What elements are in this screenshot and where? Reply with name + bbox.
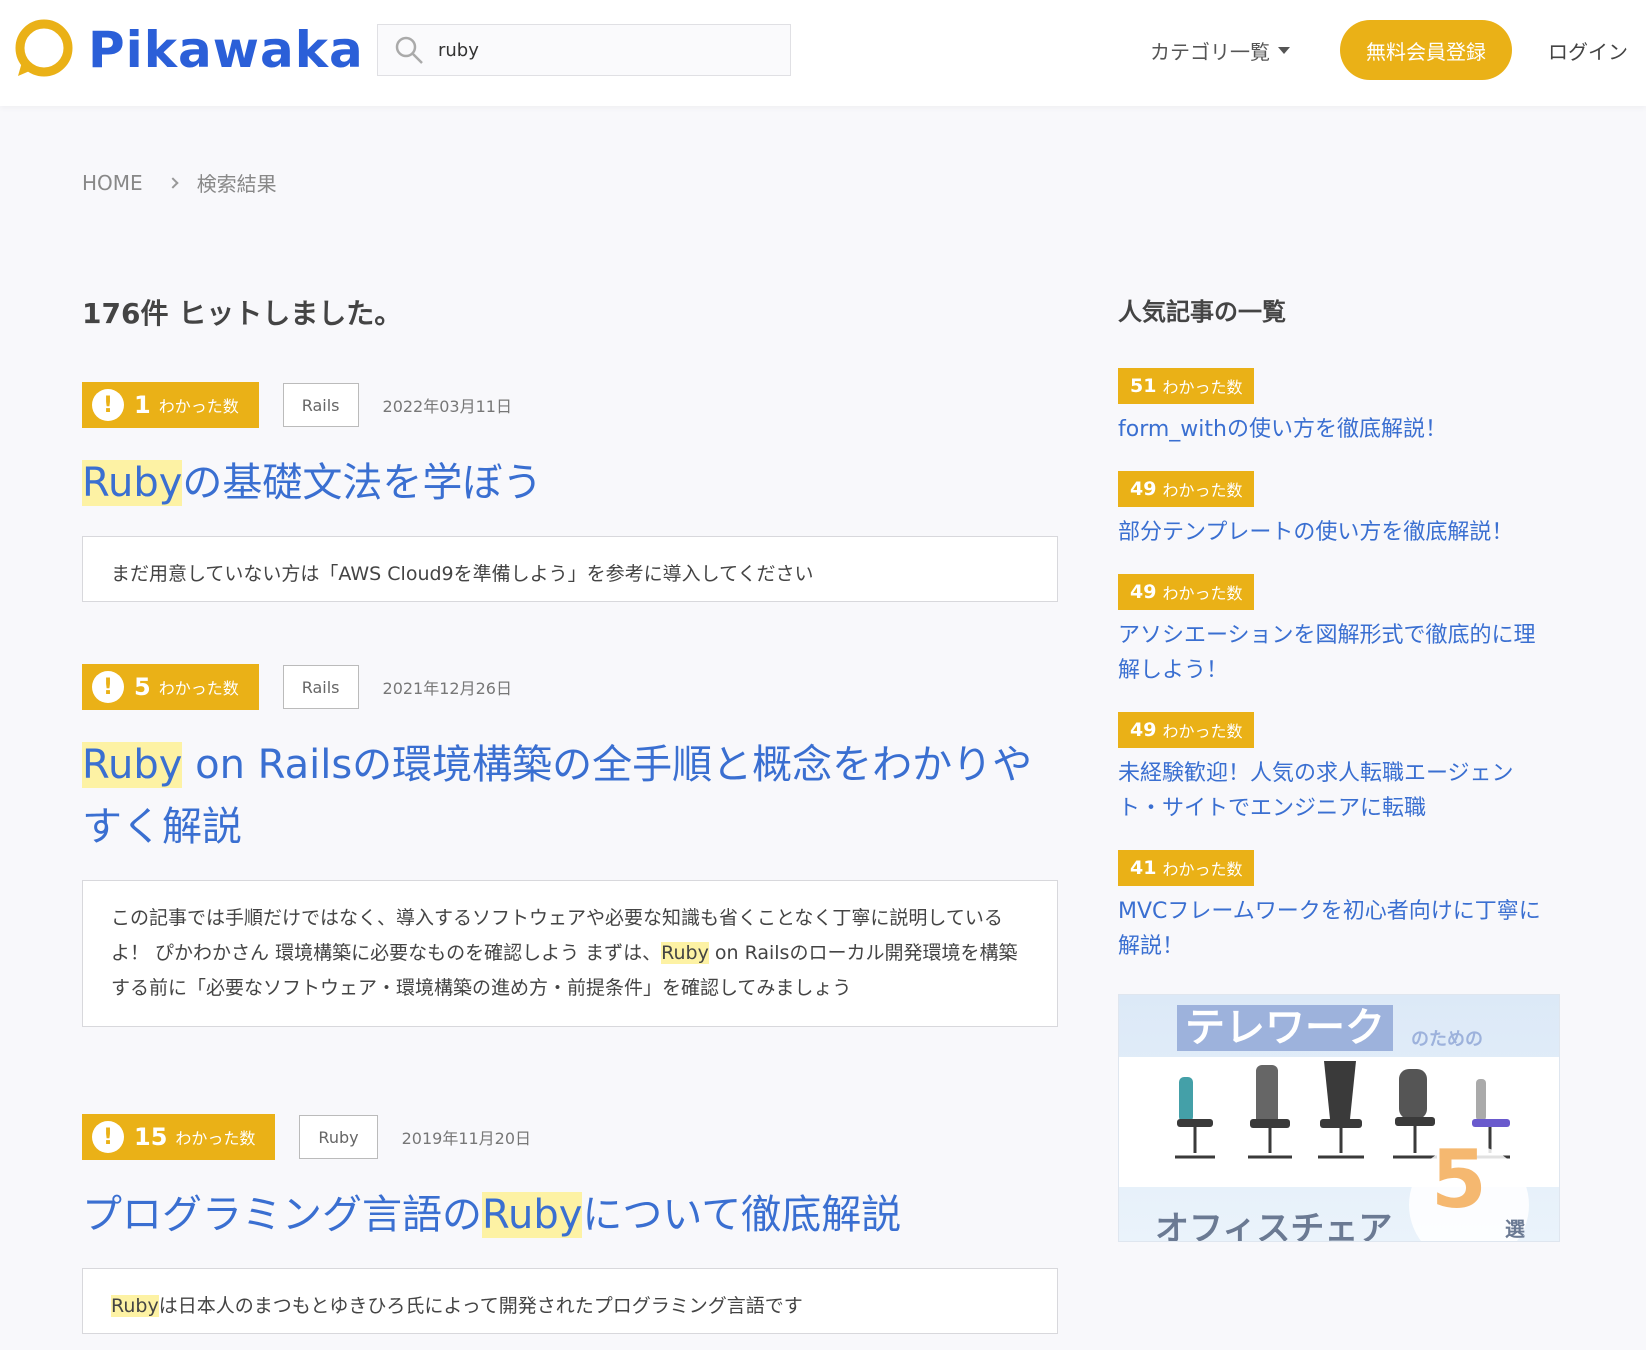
understood-label: わかった数	[158, 679, 239, 698]
understood-count: 49	[1130, 478, 1157, 500]
breadcrumb-home[interactable]: HOME	[82, 171, 143, 195]
understood-badge: 49 わかった数	[1118, 712, 1255, 748]
search-box[interactable]	[377, 24, 791, 76]
caret-down-icon	[1278, 47, 1290, 54]
category-tag[interactable]: Rails	[282, 665, 359, 709]
popular-article-link[interactable]: MVCフレームワークを初心者向けに丁寧に解説！	[1118, 894, 1548, 964]
understood-badge: 49 わかった数	[1118, 471, 1255, 507]
result-title-link[interactable]: プログラミング言語のRubyについて徹底解説	[82, 1184, 1058, 1246]
search-icon	[395, 36, 423, 64]
popular-article-link[interactable]: 未経験歓迎！人気の求人転職エージェント・サイトでエンジニアに転職	[1118, 756, 1548, 826]
title-highlight: Ruby	[82, 460, 183, 506]
logo-text: Pikawaka	[88, 21, 364, 79]
banner-title: テレワーク	[1177, 1005, 1393, 1051]
popular-article: 41 わかった数 MVCフレームワークを初心者向けに丁寧に解説！	[1118, 850, 1548, 964]
title-highlight: Ruby	[82, 742, 183, 788]
breadcrumb: HOME 検索結果	[82, 168, 277, 197]
result-excerpt: Rubyは日本人のまつもとゆきひろ氏によって開発されたプログラミング言語です	[82, 1268, 1058, 1334]
understood-count: 51	[1130, 375, 1157, 397]
category-tag[interactable]: Ruby	[299, 1115, 378, 1159]
title-text: プログラミング言語の	[82, 1192, 482, 1238]
popular-article: 51 わかった数 form_withの使い方を徹底解説！	[1118, 368, 1548, 447]
result-title-link[interactable]: Ruby on Railsの環境構築の全手順と概念をわかりやすく解説	[82, 734, 1058, 858]
understood-badge: 51 わかった数	[1118, 368, 1255, 404]
understood-count: 41	[1130, 857, 1157, 879]
result-title-link[interactable]: Rubyの基礎文法を学ぼう	[82, 452, 1058, 514]
banner-number: 5	[1431, 1133, 1487, 1226]
popular-article: 49 わかった数 未経験歓迎！人気の求人転職エージェント・サイトでエンジニアに転…	[1118, 712, 1548, 826]
result-date: 2021年12月26日	[382, 679, 512, 698]
result-date: 2022年03月11日	[382, 397, 512, 416]
search-result: ! 5 わかった数 Rails 2021年12月26日 Ruby on Rail…	[82, 664, 1058, 1027]
popular-article-link[interactable]: アソシエーションを図解形式で徹底的に理解しよう！	[1118, 618, 1548, 688]
understood-label: わかった数	[1162, 722, 1243, 741]
register-button[interactable]: 無料会員登録	[1340, 20, 1512, 80]
pikawaka-logo-icon	[15, 19, 73, 77]
title-highlight: Ruby	[482, 1192, 583, 1238]
banner-subtitle: のための	[1411, 1029, 1483, 1050]
site-logo[interactable]: Pikawaka	[12, 18, 364, 82]
login-link[interactable]: ログイン	[1548, 36, 1628, 65]
search-input[interactable]	[438, 39, 768, 61]
banner-suffix: 選	[1505, 1217, 1525, 1241]
understood-label: わかった数	[158, 397, 239, 416]
title-text: on Railsの環境構築の全手順と概念をわかりやすく解説	[82, 742, 1033, 850]
site-header: Pikawaka カテゴリ一覧 無料会員登録 ログイン	[0, 0, 1646, 106]
search-result: ! 1 わかった数 Rails 2022年03月11日 Rubyの基礎文法を学ぼ…	[82, 382, 1058, 602]
excerpt-highlight: Ruby	[111, 1295, 159, 1317]
popular-article-link[interactable]: form_withの使い方を徹底解説！	[1118, 412, 1548, 447]
category-menu[interactable]: カテゴリ一覧	[1150, 36, 1290, 65]
exclamation-icon: !	[92, 1121, 124, 1153]
understood-label: わかった数	[1162, 584, 1243, 603]
understood-count: 5	[134, 673, 151, 701]
popular-article-link[interactable]: 部分テンプレートの使い方を徹底解説！	[1118, 515, 1548, 550]
result-excerpt: まだ用意していない方は「AWS Cloud9を準備しよう」を参考に導入してくださ…	[82, 536, 1058, 602]
understood-count: 49	[1130, 581, 1157, 603]
hit-count-heading: 176件 ヒットしました。	[82, 297, 403, 330]
understood-label: わかった数	[1162, 378, 1243, 397]
popular-articles-heading: 人気記事の一覧	[1118, 298, 1286, 326]
title-text: について徹底解説	[582, 1192, 902, 1238]
result-meta: ! 15 わかった数 Ruby 2019年11月20日	[82, 1114, 1058, 1160]
office-chair-ad-banner[interactable]: テレワーク のための 5 オフィスチェア 選	[1118, 994, 1560, 1242]
excerpt-highlight: Ruby	[661, 942, 709, 964]
understood-count: 1	[134, 391, 151, 419]
understood-count: 49	[1130, 719, 1157, 741]
result-date: 2019年11月20日	[401, 1129, 532, 1148]
understood-label: わかった数	[1162, 481, 1243, 500]
understood-badge: 41 わかった数	[1118, 850, 1255, 886]
banner-bottom-text: オフィスチェア	[1155, 1209, 1393, 1242]
result-meta: ! 1 わかった数 Rails 2022年03月11日	[82, 382, 1058, 428]
result-meta: ! 5 わかった数 Rails 2021年12月26日	[82, 664, 1058, 710]
exclamation-icon: !	[92, 671, 124, 703]
understood-count: 15	[134, 1123, 168, 1151]
category-menu-label: カテゴリ一覧	[1150, 40, 1270, 64]
result-excerpt: この記事では手順だけではなく、導入するソフトウェアや必要な知識も省くことなく丁寧…	[82, 880, 1058, 1027]
understood-badge: ! 15 わかった数	[82, 1114, 276, 1160]
title-text: の基礎文法を学ぼう	[182, 460, 543, 506]
breadcrumb-current: 検索結果	[196, 172, 277, 196]
understood-label: わかった数	[175, 1129, 256, 1148]
category-tag[interactable]: Rails	[282, 383, 359, 427]
popular-article: 49 わかった数 アソシエーションを図解形式で徹底的に理解しよう！	[1118, 574, 1548, 688]
search-result: ! 15 わかった数 Ruby 2019年11月20日 プログラミング言語のRu…	[82, 1114, 1058, 1334]
chevron-right-icon	[167, 176, 179, 189]
excerpt-text: は日本人のまつもとゆきひろ氏によって開発されたプログラミング言語です	[158, 1295, 803, 1317]
popular-article: 49 わかった数 部分テンプレートの使い方を徹底解説！	[1118, 471, 1548, 550]
understood-badge: ! 5 わかった数	[82, 664, 259, 710]
understood-badge: ! 1 わかった数	[82, 382, 259, 428]
exclamation-icon: !	[92, 389, 124, 421]
understood-badge: 49 わかった数	[1118, 574, 1255, 610]
understood-label: わかった数	[1162, 860, 1243, 879]
